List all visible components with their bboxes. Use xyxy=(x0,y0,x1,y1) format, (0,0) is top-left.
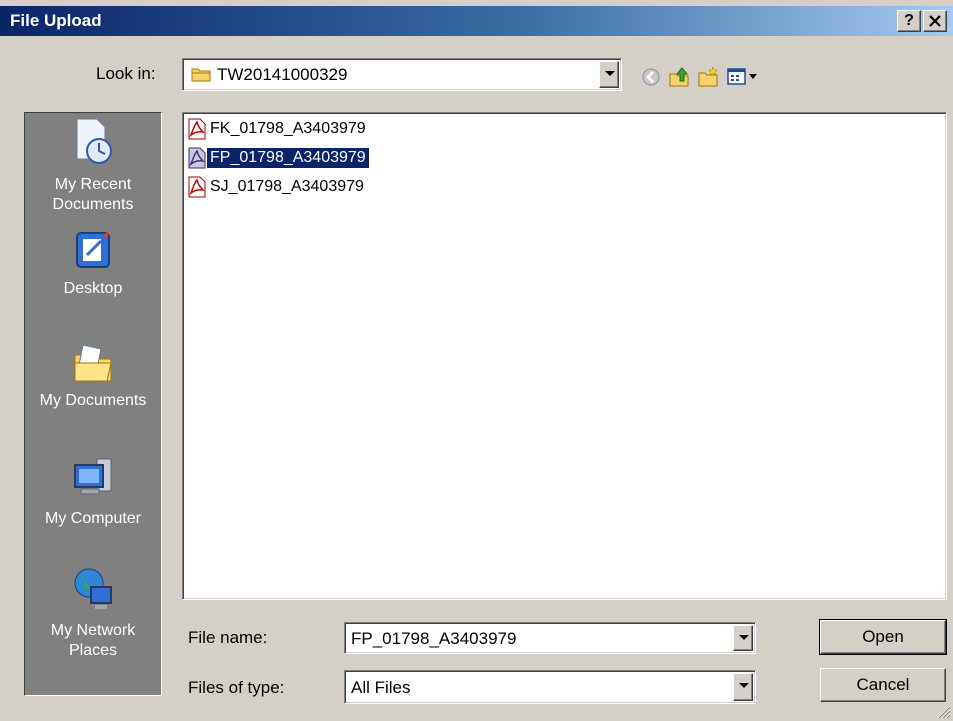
help-button[interactable]: ? xyxy=(897,10,921,32)
my-documents-icon xyxy=(74,344,112,382)
file-name-input[interactable]: FP_01798_A3403979 xyxy=(344,622,756,654)
open-button[interactable]: Open xyxy=(819,619,947,655)
views-menu-icon xyxy=(727,68,746,85)
files-of-type-value: All Files xyxy=(351,678,411,697)
place-my-documents[interactable]: My Documents xyxy=(25,341,161,411)
place-my-network-places[interactable]: My Network Places xyxy=(25,565,161,661)
network-places-icon xyxy=(74,568,112,609)
file-item-sj[interactable]: SJ_01798_A3403979 xyxy=(187,175,367,199)
place-label: My Documents xyxy=(39,392,147,409)
title-bar[interactable]: File Upload ? xyxy=(0,6,953,36)
file-name: SJ_01798_A3403979 xyxy=(210,178,364,195)
file-item-fk[interactable]: FK_01798_A3403979 xyxy=(187,117,369,141)
file-name-value: FP_01798_A3403979 xyxy=(351,629,517,648)
back-icon[interactable] xyxy=(640,66,662,88)
recent-documents-icon xyxy=(76,118,112,164)
place-label: Desktop xyxy=(63,280,123,297)
window-title: File Upload xyxy=(10,11,102,30)
place-label: My Network Places xyxy=(50,622,136,659)
file-list[interactable]: FK_01798_A3403979 FP_01798_A3403979 SJ_0… xyxy=(182,112,947,600)
place-my-computer[interactable]: My Computer xyxy=(25,455,161,529)
files-of-type-dropdown[interactable]: All Files xyxy=(344,670,756,704)
pdf-icon xyxy=(188,118,206,140)
pdf-icon xyxy=(188,147,206,169)
look-in-value: TW20141000329 xyxy=(217,65,348,84)
files-of-type-dropdown-button[interactable] xyxy=(733,673,753,701)
file-name-label: File name: xyxy=(188,628,268,647)
close-button[interactable] xyxy=(923,10,947,32)
file-name: FK_01798_A3403979 xyxy=(210,120,366,137)
look-in-dropdown-button[interactable] xyxy=(599,61,619,88)
places-bar: My Recent Documents Desktop My Documents xyxy=(24,112,162,696)
chevron-down-icon xyxy=(749,74,757,79)
desktop-icon xyxy=(76,231,110,268)
file-name: FP_01798_A3403979 xyxy=(206,147,370,169)
folder-icon xyxy=(191,68,211,82)
look-in-label: Look in: xyxy=(96,64,156,83)
file-item-fp[interactable]: FP_01798_A3403979 xyxy=(187,146,370,170)
my-computer-icon xyxy=(74,458,112,495)
place-my-recent-documents[interactable]: My Recent Documents xyxy=(25,115,161,215)
place-label: My Recent Documents xyxy=(52,176,134,213)
place-label: My Computer xyxy=(44,510,142,527)
new-folder-icon[interactable] xyxy=(697,66,719,88)
place-desktop[interactable]: Desktop xyxy=(25,229,161,299)
close-icon xyxy=(929,15,941,27)
file-name-dropdown-button[interactable] xyxy=(733,625,753,651)
resize-grip-icon[interactable] xyxy=(935,703,951,719)
file-upload-dialog: File Upload ? Look in: TW20141000329 My … xyxy=(0,0,953,721)
up-folder-icon[interactable] xyxy=(668,66,690,88)
look-in-dropdown[interactable]: TW20141000329 xyxy=(182,58,622,91)
pdf-icon xyxy=(188,176,206,198)
cancel-button[interactable]: Cancel xyxy=(820,668,946,702)
files-of-type-label: Files of type: xyxy=(188,678,285,697)
views-menu-button[interactable] xyxy=(724,64,758,90)
